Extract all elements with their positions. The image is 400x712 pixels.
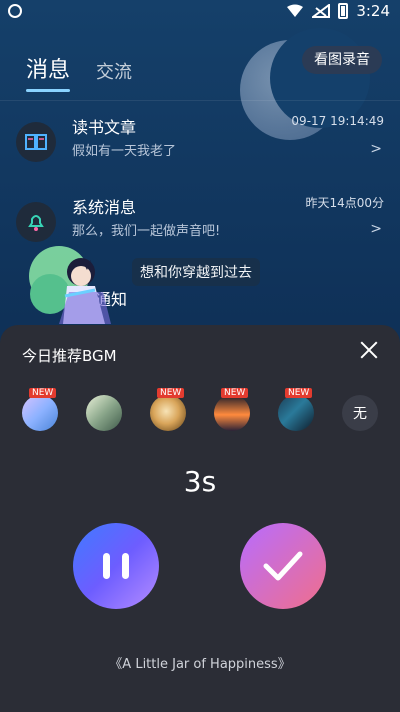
pause-bar xyxy=(103,553,110,579)
list-item-time: 09-17 19:14:49 xyxy=(291,114,384,128)
chevron-right-icon: > xyxy=(370,141,382,157)
signal-icon xyxy=(312,4,331,18)
tab-community[interactable]: 交流 xyxy=(96,58,132,84)
new-badge: NEW xyxy=(285,388,313,398)
bgm-thumb-4[interactable]: NEW xyxy=(214,388,250,431)
close-icon[interactable] xyxy=(358,339,380,361)
new-badge: NEW xyxy=(29,388,57,398)
shield-icon xyxy=(8,4,22,18)
reading-avatar xyxy=(16,122,56,162)
new-badge: NEW xyxy=(221,388,249,398)
character-illustration xyxy=(29,246,111,324)
status-time: 3:24 xyxy=(356,2,390,20)
song-title: 《A Little Jar of Happiness》 xyxy=(109,657,291,672)
wifi-icon xyxy=(287,4,304,17)
list-item-reading[interactable]: 读书文章 假如有一天我老了 09-17 19:14:49 > xyxy=(0,106,400,178)
list-item-subtitle: 假如有一天我老了 xyxy=(72,144,177,159)
battery-icon xyxy=(338,3,349,19)
panel-title: 今日推荐BGM xyxy=(22,347,117,365)
pause-button[interactable] xyxy=(73,523,159,609)
list-item-title: 系统消息 xyxy=(72,198,137,217)
bell-icon xyxy=(28,215,44,231)
bgm-thumb-5[interactable]: NEW xyxy=(278,388,314,431)
bgm-thumb-list: NEW NEW NEW NEW 无 xyxy=(22,388,378,431)
speech-bubble: 想和你穿越到过去 xyxy=(132,258,260,286)
new-badge: NEW xyxy=(157,388,185,398)
bgm-panel: 今日推荐BGM NEW NEW NEW NEW 无 3s 《A Little J… xyxy=(0,325,400,712)
book-icon xyxy=(25,134,47,150)
header-divider xyxy=(0,100,400,101)
check-icon xyxy=(263,551,303,581)
bgm-thumb-3[interactable]: NEW xyxy=(150,388,186,431)
pause-bar xyxy=(122,553,129,579)
bgm-thumb-1[interactable]: NEW xyxy=(22,388,58,431)
top-tabs: 消息 交流 xyxy=(26,52,132,92)
list-item-title: 读书文章 xyxy=(72,118,137,137)
bgm-thumb-2[interactable] xyxy=(86,395,122,431)
confirm-button[interactable] xyxy=(240,523,326,609)
view-image-record-button[interactable]: 看图录音 xyxy=(302,46,382,74)
status-bar: 3:24 xyxy=(0,0,400,24)
no-bgm-button[interactable]: 无 xyxy=(342,395,378,431)
countdown-timer: 3s xyxy=(183,465,217,498)
status-icons: 3:24 xyxy=(286,2,390,20)
tab-messages[interactable]: 消息 xyxy=(26,52,71,92)
list-item-time: 昨天14点00分 xyxy=(305,196,384,210)
chevron-right-icon: > xyxy=(370,221,382,237)
